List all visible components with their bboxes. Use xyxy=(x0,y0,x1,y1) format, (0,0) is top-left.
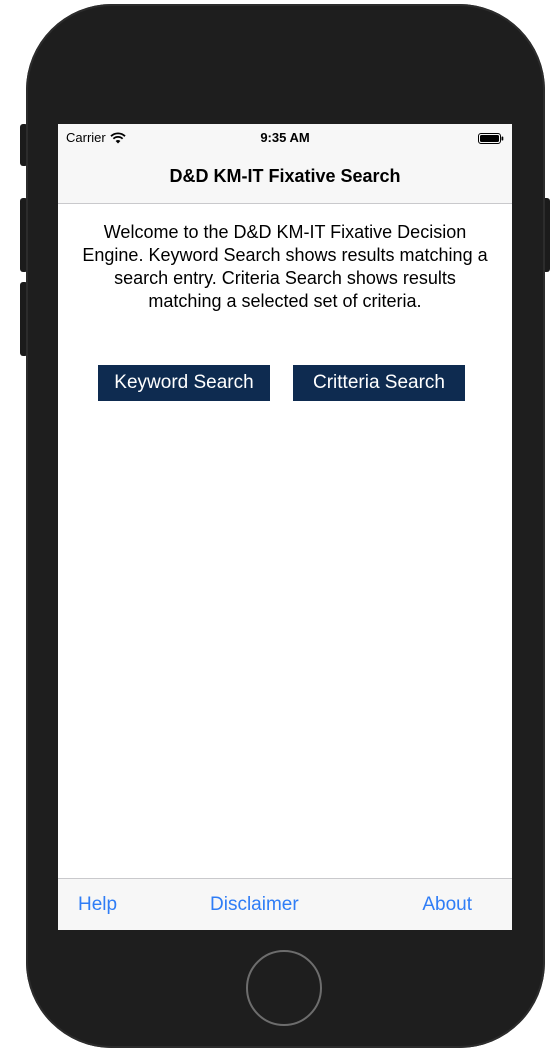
criteria-search-button[interactable]: Critteria Search xyxy=(293,365,465,401)
status-bar: Carrier 9:35 AM xyxy=(58,124,512,152)
home-button[interactable] xyxy=(246,950,322,1026)
tab-bar: Help Disclaimer About xyxy=(58,878,512,930)
app-screen: Carrier 9:35 AM D&D KM-IT Fixative Searc… xyxy=(58,124,512,930)
welcome-text: Welcome to the D&D KM-IT Fixative Decisi… xyxy=(82,222,488,311)
help-tab[interactable]: Help xyxy=(78,894,117,916)
keyword-search-button[interactable]: Keyword Search xyxy=(98,365,270,401)
about-tab[interactable]: About xyxy=(422,894,472,916)
status-time: 9:35 AM xyxy=(260,130,310,145)
page-title: D&D KM-IT Fixative Search xyxy=(169,166,401,186)
navigation-bar: D&D KM-IT Fixative Search xyxy=(58,152,512,204)
disclaimer-tab[interactable]: Disclaimer xyxy=(210,894,299,916)
battery-icon xyxy=(478,133,504,144)
